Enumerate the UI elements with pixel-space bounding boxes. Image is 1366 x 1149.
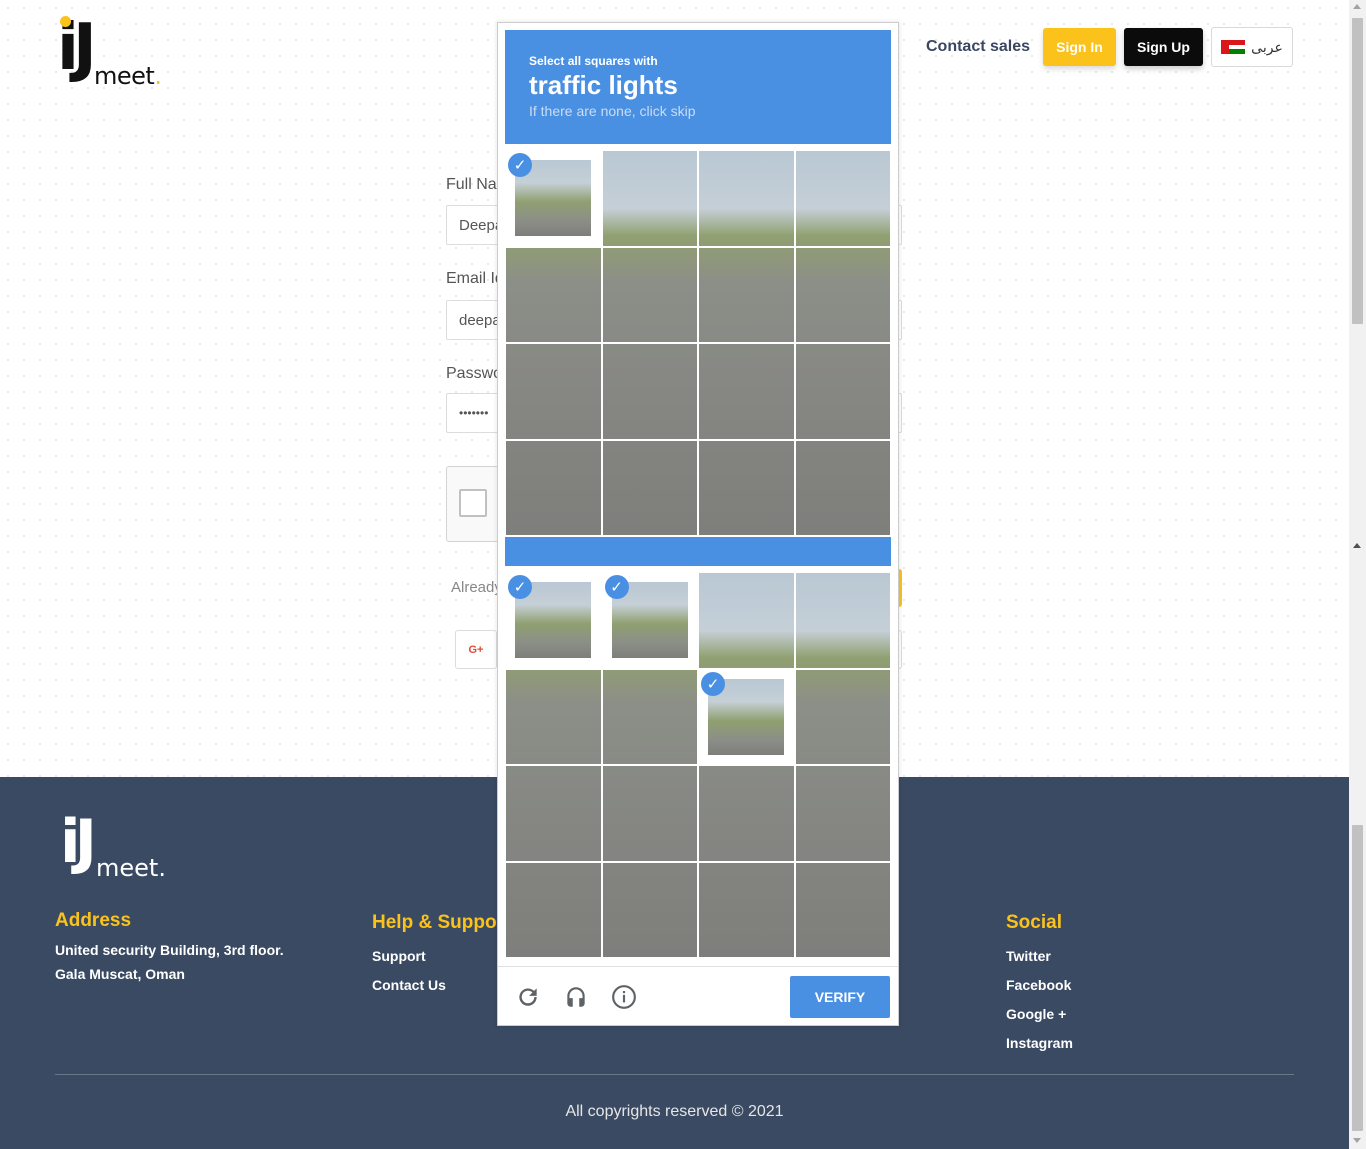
captcha-tile[interactable] xyxy=(698,246,795,343)
checkmark-icon: ✓ xyxy=(604,575,629,599)
checkmark-icon: ✓ xyxy=(508,575,532,599)
captcha-tile[interactable] xyxy=(601,668,698,765)
captcha-tile[interactable] xyxy=(505,343,602,440)
footer-address-line2: Gala Muscat, Oman xyxy=(55,966,185,982)
captcha-tile[interactable] xyxy=(505,765,602,862)
captcha-tile[interactable] xyxy=(794,668,891,765)
captcha-tile[interactable] xyxy=(698,150,795,247)
language-label: عربى xyxy=(1251,38,1283,55)
captcha-tile[interactable] xyxy=(794,861,891,958)
captcha-tile[interactable]: ✓ xyxy=(505,572,602,669)
scrollbar-thumb[interactable] xyxy=(1352,18,1363,324)
captcha-tile[interactable] xyxy=(505,861,602,958)
footer-logo-sub: meet. xyxy=(96,854,166,882)
captcha-tile[interactable] xyxy=(698,343,795,440)
scroll-up-icon[interactable] xyxy=(1353,4,1361,9)
scrollbar[interactable] xyxy=(1349,0,1366,1149)
challenge-instruction: Select all squares with xyxy=(529,54,658,68)
captcha-tile[interactable]: ✓ xyxy=(505,150,602,247)
challenge-target: traffic lights xyxy=(529,70,678,100)
email-label: Email Id xyxy=(446,270,504,287)
captcha-tile[interactable]: ✓ xyxy=(601,572,698,669)
challenge-grid-2: ✓ ✓ ✓ xyxy=(505,572,891,958)
captcha-tile[interactable] xyxy=(698,572,795,669)
checkmark-icon: ✓ xyxy=(701,671,725,696)
oman-flag-icon xyxy=(1221,40,1246,54)
footer-link-instagram[interactable]: Instagram xyxy=(1006,1035,1073,1051)
captcha-tile[interactable] xyxy=(505,439,602,536)
captcha-tile[interactable] xyxy=(794,343,891,440)
logo-dot-accent xyxy=(60,16,71,27)
captcha-tile[interactable] xyxy=(698,861,795,958)
footer-link-twitter[interactable]: Twitter xyxy=(1006,948,1051,964)
recaptcha-checkbox[interactable] xyxy=(459,489,487,517)
footer-social-title: Social xyxy=(1006,912,1062,933)
footer-link-support[interactable]: Support xyxy=(372,948,426,964)
captcha-tile[interactable] xyxy=(794,246,891,343)
contact-sales-link[interactable]: Contact sales xyxy=(926,38,1030,56)
captcha-tile[interactable] xyxy=(698,765,795,862)
footer-logo[interactable]: iJ meet. xyxy=(60,807,170,882)
captcha-tile[interactable] xyxy=(601,343,698,440)
footer-link-google-plus[interactable]: Google + xyxy=(1006,1006,1066,1022)
footer-link-facebook[interactable]: Facebook xyxy=(1006,977,1071,993)
full-name-label: Full Na xyxy=(446,176,497,193)
captcha-tile[interactable]: ✓ xyxy=(698,668,795,765)
scrollbar-thumb-lower[interactable] xyxy=(1352,825,1363,1131)
logo[interactable]: iJ meet. xyxy=(57,16,167,90)
challenge-grid-1: ✓ xyxy=(505,150,891,536)
page: iJ meet. Contact sales Sign In Sign Up ع… xyxy=(0,0,1366,1149)
challenge-footer-divider xyxy=(498,966,898,967)
captcha-tile[interactable] xyxy=(505,246,602,343)
footer-link-contact-us[interactable]: Contact Us xyxy=(372,977,446,993)
scroll-down-icon[interactable] xyxy=(1353,1138,1361,1143)
checkmark-icon: ✓ xyxy=(508,153,532,177)
captcha-tile[interactable] xyxy=(698,439,795,536)
captcha-tile[interactable] xyxy=(601,765,698,862)
challenge-hint: If there are none, click skip xyxy=(529,103,696,119)
captcha-tile[interactable] xyxy=(505,668,602,765)
captcha-tile[interactable] xyxy=(794,150,891,247)
captcha-tile[interactable] xyxy=(601,150,698,247)
recaptcha-challenge-popup: Select all squares with traffic lights I… xyxy=(497,22,899,1026)
copyright-text: All copyrights reserved © 2021 xyxy=(565,1103,784,1120)
footer-address-title: Address xyxy=(55,910,132,931)
info-icon[interactable] xyxy=(610,983,638,1011)
captcha-tile[interactable] xyxy=(794,765,891,862)
captcha-tile[interactable] xyxy=(601,439,698,536)
captcha-tile[interactable] xyxy=(794,572,891,669)
captcha-tile[interactable] xyxy=(601,861,698,958)
logo-sub: meet. xyxy=(94,62,162,90)
scroll-marker-icon xyxy=(1353,543,1361,548)
password-label: Passwo xyxy=(446,365,503,382)
footer-address-line1: United security Building, 3rd floor. xyxy=(55,942,284,958)
language-button[interactable]: عربى xyxy=(1211,27,1293,67)
google-plus-button[interactable]: G+ xyxy=(455,630,497,669)
verify-button[interactable]: VERIFY xyxy=(790,976,890,1018)
footer-divider xyxy=(55,1074,1294,1075)
challenge-header: Select all squares with traffic lights I… xyxy=(505,30,891,144)
footer-help-title: Help & Suppor xyxy=(372,912,504,933)
captcha-tile[interactable] xyxy=(601,246,698,343)
audio-icon[interactable] xyxy=(562,983,590,1011)
footer-logo-main: iJ xyxy=(60,807,97,877)
challenge-divider-band xyxy=(505,537,891,566)
sign-in-button[interactable]: Sign In xyxy=(1043,28,1116,66)
sign-up-button[interactable]: Sign Up xyxy=(1124,28,1203,66)
reload-icon[interactable] xyxy=(514,983,542,1011)
already-account-text: Already xyxy=(451,579,502,596)
captcha-tile[interactable] xyxy=(794,439,891,536)
